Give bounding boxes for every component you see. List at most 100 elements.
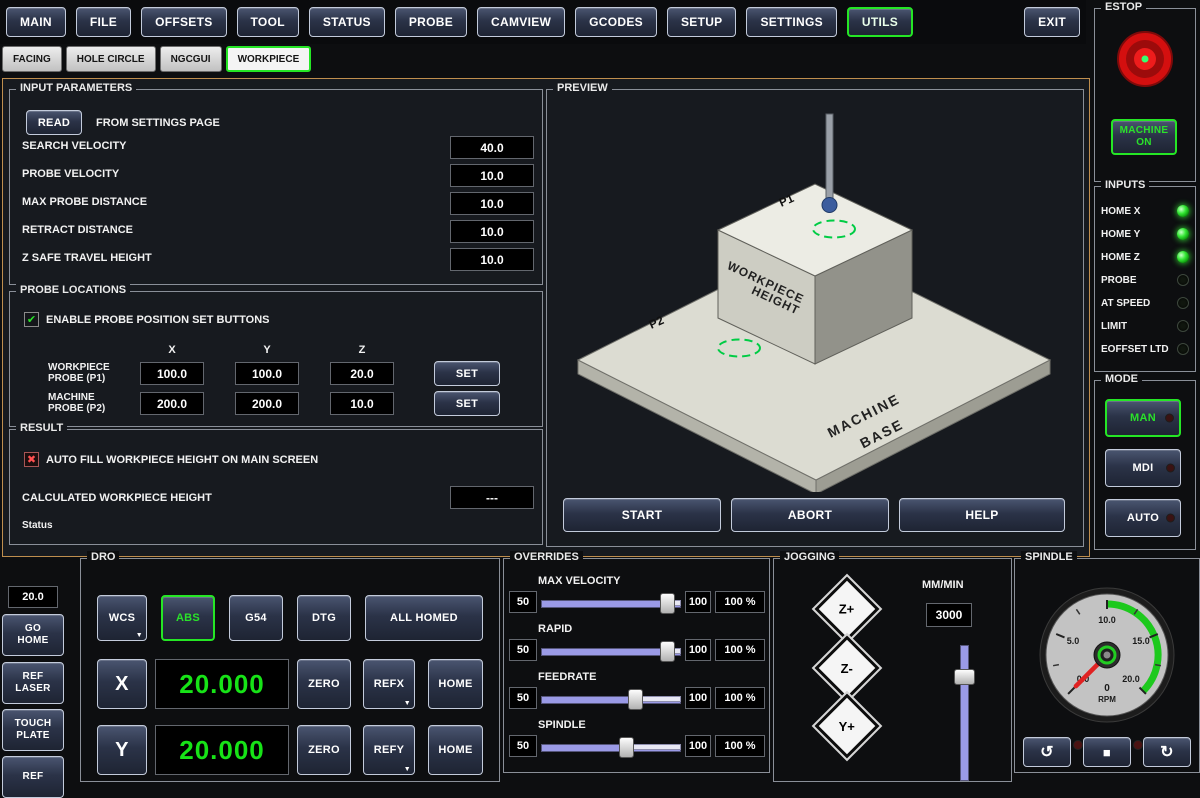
retract-distance-input[interactable]: 10.0	[450, 220, 534, 243]
menu-probe[interactable]: PROBE	[395, 7, 467, 37]
mode-auto-button[interactable]: AUTO	[1105, 499, 1181, 537]
search-velocity-input[interactable]: 40.0	[450, 136, 534, 159]
z-safe-travel-input[interactable]: 10.0	[450, 248, 534, 271]
home-y-button[interactable]: HOME	[428, 725, 483, 775]
feedrate-max: 100	[685, 687, 711, 709]
inputs-group: INPUTS HOME X HOME Y HOME Z PROBE AT SPE…	[1094, 186, 1196, 372]
exit-button[interactable]: EXIT	[1024, 7, 1080, 37]
p2-set-button[interactable]: SET	[434, 391, 500, 416]
btn-line: REF	[23, 671, 44, 683]
menu-tool[interactable]: TOOL	[237, 7, 299, 37]
p1-set-button[interactable]: SET	[434, 361, 500, 386]
abort-button[interactable]: ABORT	[731, 498, 889, 532]
feedrate-slider[interactable]	[541, 687, 681, 711]
read-button[interactable]: READ	[26, 110, 82, 135]
dropdown-arrow-icon: ▼	[136, 632, 143, 639]
spindle-ccw-button[interactable]: ↺	[1023, 737, 1071, 767]
p2-y-input[interactable]: 200.0	[235, 392, 299, 415]
help-button[interactable]: HELP	[899, 498, 1065, 532]
group-title: INPUT PARAMETERS	[16, 82, 136, 94]
override-label: FEEDRATE	[538, 671, 596, 683]
home-z-led	[1177, 251, 1189, 263]
p2-x-input[interactable]: 200.0	[140, 392, 204, 415]
dro-y-value: 20.000	[155, 725, 289, 775]
jog-rate-value[interactable]: 3000	[926, 603, 972, 627]
menu-status[interactable]: STATUS	[309, 7, 385, 37]
go-home-button[interactable]: GO HOME	[2, 614, 64, 656]
spindle-stop-button[interactable]: ■	[1083, 737, 1131, 767]
refx-button[interactable]: REFX ▼	[363, 659, 415, 709]
mode-man-button[interactable]: MAN	[1105, 399, 1181, 437]
dtg-button[interactable]: DTG	[297, 595, 351, 641]
home-x-button[interactable]: HOME	[428, 659, 483, 709]
slider-handle[interactable]	[619, 737, 634, 758]
jog-z-plus-button[interactable]: Z+	[814, 576, 879, 641]
spindle-ovr-slider[interactable]	[541, 735, 681, 759]
axis-y-button[interactable]: Y	[97, 725, 147, 775]
touch-plate-button[interactable]: TOUCH PLATE	[2, 709, 64, 751]
mode-mdi-button[interactable]: MDI	[1105, 449, 1181, 487]
rapid-min: 50	[509, 639, 537, 661]
menu-offsets[interactable]: OFFSETS	[141, 7, 226, 37]
spindle-max: 100	[685, 735, 711, 757]
p1-y-input[interactable]: 100.0	[235, 362, 299, 385]
enable-probe-checkbox[interactable]: ✔	[24, 312, 39, 327]
ref-laser-button[interactable]: REF LASER	[2, 662, 64, 704]
g54-button[interactable]: G54	[229, 595, 283, 641]
slider-handle[interactable]	[628, 689, 643, 710]
p1-z-input[interactable]: 20.0	[330, 362, 394, 385]
maxvel-min: 50	[509, 591, 537, 613]
stop-icon: ■	[1103, 745, 1111, 760]
jog-slider-handle[interactable]	[954, 669, 975, 685]
tab-facing[interactable]: FACING	[2, 46, 62, 72]
max-probe-distance-input[interactable]: 10.0	[450, 192, 534, 215]
input-label: EOFFSET LTD	[1101, 344, 1169, 355]
abs-button[interactable]: ABS	[161, 595, 215, 641]
tab-workpiece[interactable]: WORKPIECE	[226, 46, 312, 72]
group-title: JOGGING	[780, 551, 839, 563]
mode-auto-label: AUTO	[1127, 512, 1159, 524]
all-homed-button[interactable]: ALL HOMED	[365, 595, 483, 641]
slider-handle[interactable]	[660, 593, 675, 614]
zero-y-button[interactable]: ZERO	[297, 725, 351, 775]
probe-preview-illustration: P1 P2 WORKPIECE HEIGHT MACHINE BASE	[550, 102, 1078, 492]
menu-gcodes[interactable]: GCODES	[575, 7, 657, 37]
zero-x-button[interactable]: ZERO	[297, 659, 351, 709]
start-button[interactable]: START	[563, 498, 721, 532]
row-label: PROBE (P1)	[48, 373, 105, 384]
menu-utils[interactable]: UTILS	[847, 7, 913, 37]
overrides-group: OVERRIDES MAX VELOCITY 50 100 100 % RAPI…	[503, 558, 770, 773]
input-label: LIMIT	[1101, 321, 1127, 332]
axis-x-button[interactable]: X	[97, 659, 147, 709]
row-label: MACHINE	[48, 392, 95, 403]
tab-ngcgui[interactable]: NGCGUI	[160, 46, 222, 72]
spindle-cw-button[interactable]: ↻	[1143, 737, 1191, 767]
autofill-checkbox[interactable]: ✖	[24, 452, 39, 467]
rapid-slider[interactable]	[541, 639, 681, 663]
refy-button[interactable]: REFY ▼	[363, 725, 415, 775]
machine-on-button[interactable]: MACHINE ON	[1111, 119, 1177, 155]
jog-z-minus-button[interactable]: Z-	[814, 635, 879, 700]
jog-rate-slider[interactable]	[960, 645, 969, 781]
spindle-min: 50	[509, 735, 537, 757]
field-label: RETRACT DISTANCE	[22, 224, 133, 236]
gauge-tick-10: 10.0	[1098, 615, 1116, 625]
tab-hole-circle[interactable]: HOLE CIRCLE	[66, 46, 156, 72]
menu-file[interactable]: FILE	[76, 7, 131, 37]
menu-settings[interactable]: SETTINGS	[746, 7, 836, 37]
menu-camview[interactable]: CAMVIEW	[477, 7, 565, 37]
estop-button[interactable]	[1115, 29, 1175, 89]
jog-y-plus-button[interactable]: Y+	[814, 693, 879, 758]
machine-on-line1: MACHINE	[1120, 125, 1169, 137]
wcs-button[interactable]: WCS ▼	[97, 595, 147, 641]
maxvel-slider[interactable]	[541, 591, 681, 615]
p1-x-input[interactable]: 100.0	[140, 362, 204, 385]
menu-setup[interactable]: SETUP	[667, 7, 737, 37]
ref-button[interactable]: REF	[2, 756, 64, 798]
calc-height-label: CALCULATED WORKPIECE HEIGHT	[22, 492, 212, 504]
p2-z-input[interactable]: 10.0	[330, 392, 394, 415]
probe-velocity-input[interactable]: 10.0	[450, 164, 534, 187]
slider-handle[interactable]	[660, 641, 675, 662]
group-title: MODE	[1101, 373, 1142, 385]
menu-main[interactable]: MAIN	[6, 7, 66, 37]
